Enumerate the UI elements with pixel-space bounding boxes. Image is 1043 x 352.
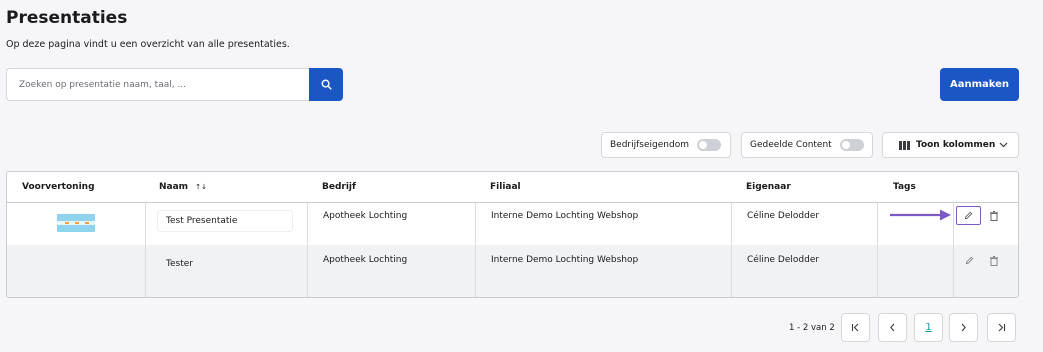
pencil-icon bbox=[965, 256, 973, 265]
company-property-filter[interactable]: Bedrijfseigendom bbox=[601, 132, 731, 158]
search-input[interactable] bbox=[6, 68, 309, 101]
first-page-icon bbox=[851, 323, 859, 332]
sort-icon: ↑↓ bbox=[195, 183, 207, 191]
table-row[interactable]: Tester Apotheek Lochting Interne Demo Lo… bbox=[7, 245, 1018, 297]
page-subtitle: Op deze pagina vindt u een overzicht van… bbox=[6, 39, 290, 50]
chevron-down-icon bbox=[999, 142, 1008, 148]
column-header-preview: Voorvertoning bbox=[22, 182, 95, 192]
shared-content-label: Gedeelde Content bbox=[750, 140, 832, 150]
column-divider bbox=[307, 203, 308, 297]
table-row[interactable]: Test Presentatie Apotheek Lochting Inter… bbox=[7, 203, 1018, 245]
table-header: Voorvertoning Naam ↑↓ Bedrijf Filiaal Ei… bbox=[7, 172, 1018, 203]
arrow-annotation-icon bbox=[890, 209, 951, 221]
column-header-branch: Filiaal bbox=[490, 182, 521, 192]
trash-icon bbox=[990, 255, 998, 266]
pagination-info: 1 - 2 van 2 bbox=[789, 323, 835, 333]
search-button[interactable] bbox=[309, 68, 343, 101]
column-header-owner: Eigenaar bbox=[746, 182, 791, 192]
column-header-tags: Tags bbox=[893, 182, 916, 192]
row-company: Apotheek Lochting bbox=[323, 255, 408, 265]
row-branch: Interne Demo Lochting Webshop bbox=[491, 255, 639, 265]
column-divider bbox=[145, 203, 146, 297]
row-company: Apotheek Lochting bbox=[323, 211, 408, 221]
column-header-name[interactable]: Naam ↑↓ bbox=[159, 182, 207, 192]
search-icon bbox=[321, 79, 332, 90]
create-button[interactable]: Aanmaken bbox=[940, 68, 1019, 101]
first-page-button[interactable] bbox=[841, 313, 870, 342]
chevron-left-icon bbox=[890, 323, 895, 332]
column-divider bbox=[731, 203, 732, 297]
column-header-company: Bedrijf bbox=[322, 182, 356, 192]
company-property-toggle[interactable] bbox=[696, 139, 721, 151]
show-columns-button[interactable]: Toon kolommen bbox=[882, 132, 1019, 158]
columns-icon bbox=[899, 140, 910, 150]
presentation-preview-thumbnail[interactable] bbox=[57, 214, 95, 232]
company-property-label: Bedrijfseigendom bbox=[610, 140, 689, 150]
last-page-button[interactable] bbox=[987, 313, 1016, 342]
row-name[interactable]: Test Presentatie bbox=[157, 210, 293, 232]
row-name[interactable]: Tester bbox=[157, 253, 293, 275]
delete-button[interactable] bbox=[986, 253, 1002, 268]
previous-page-button[interactable] bbox=[878, 313, 907, 342]
page-1-button[interactable]: 1 bbox=[914, 313, 943, 342]
next-page-button[interactable] bbox=[949, 313, 978, 342]
row-branch: Interne Demo Lochting Webshop bbox=[491, 211, 639, 221]
row-owner: Céline Delodder bbox=[747, 211, 820, 221]
delete-button[interactable] bbox=[986, 208, 1002, 223]
shared-content-toggle[interactable] bbox=[839, 139, 864, 151]
last-page-icon bbox=[998, 323, 1006, 332]
presentations-table: Voorvertoning Naam ↑↓ Bedrijf Filiaal Ei… bbox=[6, 171, 1019, 298]
column-divider bbox=[953, 203, 954, 297]
edit-button[interactable] bbox=[956, 206, 981, 225]
edit-button[interactable] bbox=[961, 253, 977, 268]
show-columns-label: Toon kolommen bbox=[916, 140, 996, 150]
shared-content-filter[interactable]: Gedeelde Content bbox=[741, 132, 873, 158]
column-divider bbox=[475, 203, 476, 297]
pencil-icon bbox=[964, 211, 973, 220]
trash-icon bbox=[990, 210, 998, 221]
page-title: Presentaties bbox=[6, 8, 128, 28]
search-bar bbox=[6, 68, 343, 101]
chevron-right-icon bbox=[961, 323, 966, 332]
column-divider bbox=[877, 203, 878, 297]
column-header-name-label: Naam bbox=[159, 182, 189, 192]
row-owner: Céline Delodder bbox=[747, 255, 820, 265]
